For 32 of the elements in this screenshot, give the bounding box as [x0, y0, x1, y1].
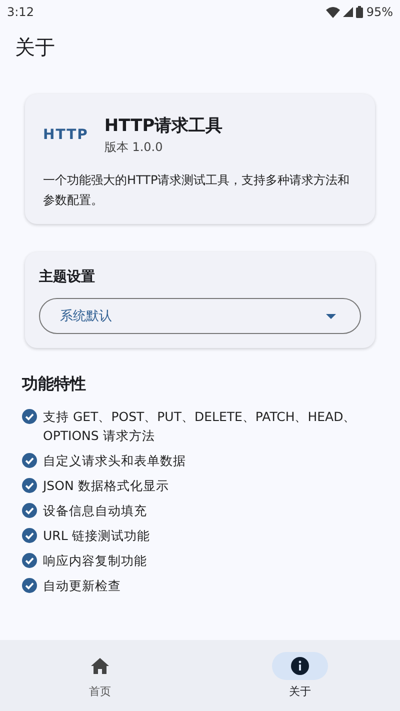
theme-dropdown[interactable]: 系统默认: [39, 298, 361, 334]
check-circle-icon: [22, 478, 37, 493]
app-version: 版本 1.0.0: [104, 139, 164, 156]
feature-text: 自定义请求头和表单数据: [43, 452, 186, 470]
app-logo: HTTP: [43, 127, 88, 143]
app-name: HTTP请求工具: [104, 115, 223, 137]
check-circle-icon: [22, 528, 37, 543]
signal-icon: [343, 7, 354, 17]
nav-tab[interactable]: 首页: [0, 640, 200, 711]
features-title: 功能特性: [22, 374, 87, 395]
check-circle-icon: [22, 578, 37, 593]
check-circle-icon: [22, 409, 37, 424]
battery-level: 95%: [366, 5, 393, 19]
feature-text: 自动更新检查: [43, 577, 121, 595]
theme-title: 主题设置: [39, 268, 96, 286]
feature-text: 设备信息自动填充: [43, 502, 147, 520]
feature-text: 支持 GET、POST、PUT、DELETE、PATCH、HEAD、OPTIONS 请求方法: [43, 408, 358, 445]
page-title: 关于: [15, 34, 56, 61]
check-circle-icon: [22, 553, 37, 568]
feature-text: URL 链接测试功能: [43, 527, 150, 545]
app-description: 一个功能强大的HTTP请求测试工具，支持多种请求方法和参数配置。: [43, 172, 351, 209]
feature-text: 响应内容复制功能: [43, 552, 147, 570]
check-circle-icon: [22, 453, 37, 468]
wifi-icon: [326, 6, 340, 18]
feature-text: JSON 数据格式化显示: [43, 477, 169, 495]
info-icon: [291, 657, 309, 675]
dropdown-caret-icon: [326, 314, 336, 318]
status-time: 3:12: [7, 5, 34, 19]
home-icon: [91, 658, 109, 674]
battery-icon: [356, 6, 364, 18]
nav-tab[interactable]: 关于: [200, 640, 400, 711]
check-circle-icon: [22, 503, 37, 518]
